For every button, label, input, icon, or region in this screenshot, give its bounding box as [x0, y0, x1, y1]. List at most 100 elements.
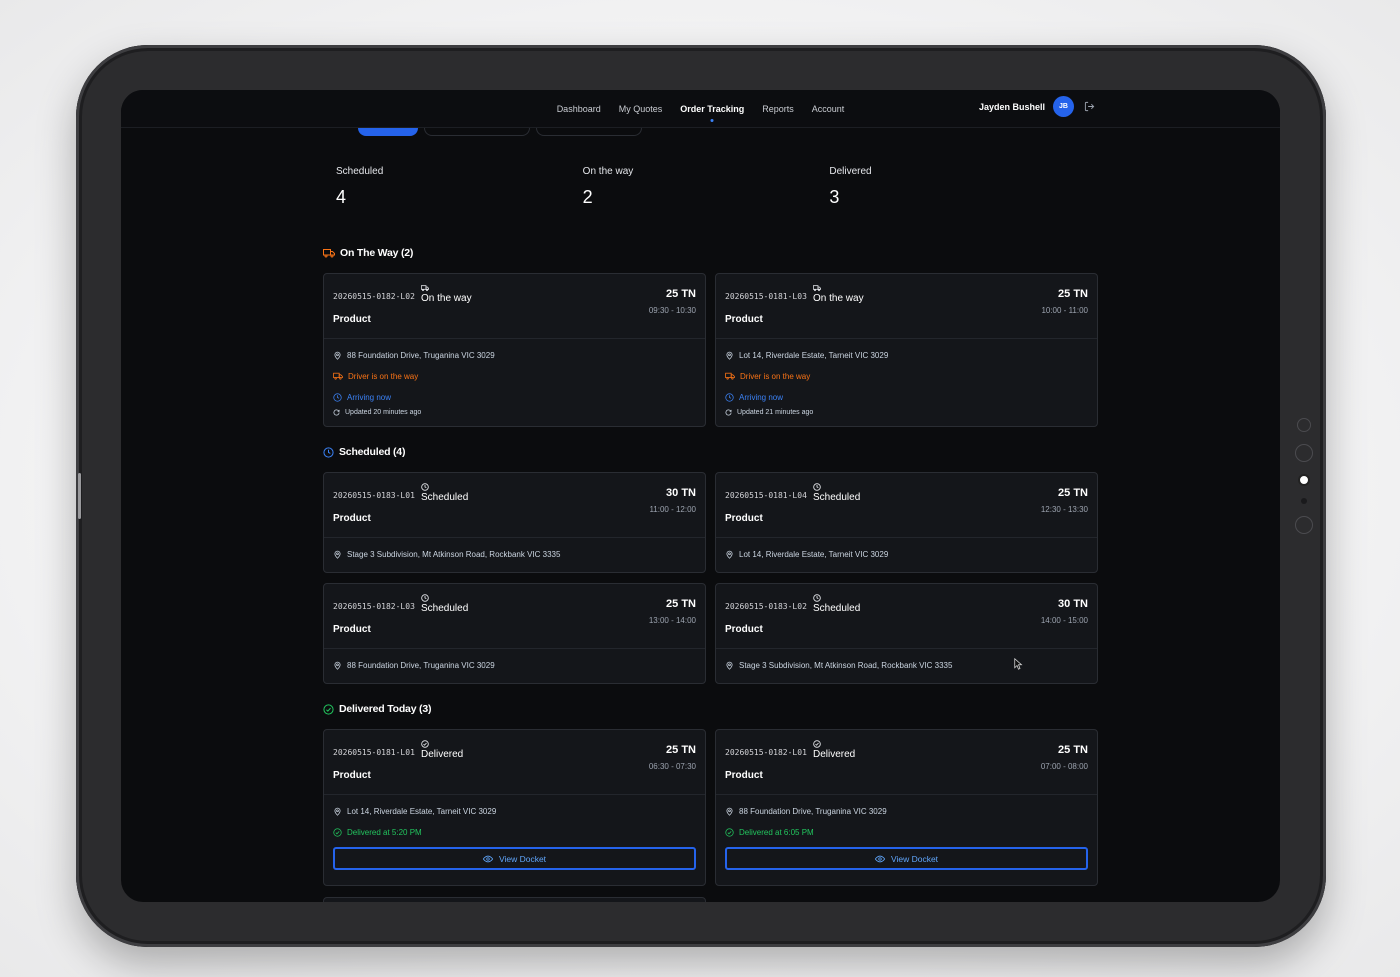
truck-icon [323, 248, 335, 258]
location-pin-icon [334, 807, 341, 816]
card-driver-line: Driver is on the way [333, 370, 696, 382]
card-updated-line: Updated 21 minutes ago [725, 407, 1088, 417]
card-address: 88 Foundation Drive, Truganina VIC 3029 [739, 806, 887, 816]
card-driver-status: Driver is on the way [348, 371, 419, 381]
top-navigation-bar: Dashboard My Quotes Order Tracking Repor… [121, 90, 1280, 128]
nav-dashboard[interactable]: Dashboard [557, 104, 601, 114]
card-address-line: Stage 3 Subdivision, Mt Atkinson Road, R… [333, 548, 696, 560]
mouse-cursor-icon [1014, 658, 1023, 670]
card-quantity: 25 TN [666, 598, 696, 610]
card-product: Product [725, 513, 763, 524]
scroll-dot[interactable] [1295, 516, 1313, 534]
scroll-dot[interactable] [1297, 418, 1311, 432]
card-header: 20260515-0181-L03 On the way Product 25 … [716, 274, 1097, 339]
card-status-label: Scheduled [421, 603, 469, 614]
card-product: Product [333, 770, 371, 781]
clock-icon [813, 483, 821, 491]
card-order-id: 20260515-0181-L04 [725, 491, 807, 500]
nav-account[interactable]: Account [812, 104, 845, 114]
delivery-card[interactable]: 20260515-0182-L03 Scheduled Product 25 T… [323, 583, 706, 684]
card-body: 88 Foundation Drive, Truganina VIC 3029 … [716, 795, 1097, 880]
delivery-card[interactable]: 20260515-0182-L02 On the way Product 25 … [323, 273, 706, 427]
view-docket-button[interactable]: View Docket [333, 847, 696, 870]
nav-my-quotes[interactable]: My Quotes [619, 104, 663, 114]
delivery-card[interactable]: 20260515-0183-L01 Scheduled Product 30 T… [323, 472, 706, 573]
avatar[interactable]: JB [1053, 96, 1074, 117]
page-scroll-indicator[interactable] [1295, 418, 1313, 534]
card-time-window: 10:00 - 11:00 [1041, 306, 1088, 315]
nav-reports[interactable]: Reports [762, 104, 794, 114]
main-nav: Dashboard My Quotes Order Tracking Repor… [121, 90, 1280, 128]
card-eta-line: Arriving now [333, 391, 696, 403]
check-circle-icon [323, 703, 334, 715]
card-product: Product [333, 513, 371, 524]
location-pin-icon [334, 661, 341, 670]
delivery-card[interactable]: 20260515-0183-L02 Scheduled Product 30 T… [715, 583, 1098, 684]
card-product: Product [333, 624, 371, 635]
truck-icon [421, 285, 429, 292]
stat-value: 3 [829, 187, 840, 207]
card-product: Product [725, 770, 763, 781]
card-driver-status: Driver is on the way [740, 371, 811, 381]
check-circle-icon [725, 827, 734, 837]
eye-icon [874, 855, 885, 862]
card-header: 20260515-0183-L01 Scheduled Product 30 T… [324, 473, 705, 538]
card-body: Lot 14, Riverdale Estate, Tarneit VIC 30… [324, 795, 705, 880]
card-time-window: 11:00 - 12:00 [649, 505, 696, 514]
card-order-id: 20260515-0182-L02 [333, 292, 415, 301]
card-quantity: 30 TN [1058, 598, 1088, 610]
card-body: 88 Foundation Drive, Truganina VIC 3029 … [324, 339, 705, 427]
stat-label: Delivered [829, 166, 872, 177]
card-time-window: 06:30 - 07:30 [648, 762, 696, 771]
delivery-card-partial[interactable] [323, 897, 706, 902]
logout-icon[interactable] [1082, 100, 1096, 114]
card-header: 20260515-0181-L01 Delivered Product 25 T… [324, 730, 705, 795]
card-status: Delivered [421, 740, 463, 760]
stat-label: Scheduled [336, 166, 384, 177]
card-order-id: 20260515-0182-L03 [333, 602, 415, 611]
card-quantity: 25 TN [666, 288, 696, 300]
card-status-label: Scheduled [813, 492, 861, 503]
section-title-text: Scheduled (4) [339, 446, 406, 458]
scroll-dot[interactable] [1301, 498, 1307, 504]
card-address: Lot 14, Riverdale Estate, Tarneit VIC 30… [739, 549, 889, 559]
delivery-card[interactable]: 20260515-0181-L04 Scheduled Product 25 T… [715, 472, 1098, 573]
card-header: 20260515-0181-L04 Scheduled Product 25 T… [716, 473, 1097, 538]
location-pin-icon [726, 807, 733, 816]
card-status: Scheduled [813, 594, 860, 614]
refresh-icon [333, 409, 340, 415]
card-status: Scheduled [421, 483, 468, 503]
tablet-side-button [78, 473, 81, 519]
card-address: Stage 3 Subdivision, Mt Atkinson Road, R… [739, 660, 953, 670]
stat-value: 2 [582, 187, 593, 207]
card-quantity: 30 TN [666, 487, 696, 499]
card-updated-line: Updated 20 minutes ago [333, 407, 696, 417]
app-screen: Dashboard My Quotes Order Tracking Repor… [121, 90, 1280, 902]
card-eta-line: Arriving now [725, 391, 1088, 403]
scroll-dot-active[interactable] [1298, 474, 1310, 486]
stat-delivered: Delivered 3 [829, 166, 1076, 208]
card-status-label: On the way [813, 293, 864, 304]
card-body: 88 Foundation Drive, Truganina VIC 3029 [324, 649, 705, 681]
clock-icon [333, 392, 342, 402]
delivery-card[interactable]: 20260515-0181-L03 On the way Product 25 … [715, 273, 1098, 427]
location-pin-icon [726, 661, 733, 670]
card-body: Stage 3 Subdivision, Mt Atkinson Road, R… [324, 538, 705, 570]
card-address: 88 Foundation Drive, Truganina VIC 3029 [347, 350, 495, 360]
card-body: Lot 14, Riverdale Estate, Tarneit VIC 30… [716, 339, 1097, 427]
card-status: Scheduled [813, 483, 860, 503]
clock-icon [421, 594, 429, 602]
section-title-text: On The Way (2) [340, 247, 414, 259]
card-status-label: Delivered [421, 749, 464, 760]
delivery-card[interactable]: 20260515-0181-L01 Delivered Product 25 T… [323, 729, 706, 886]
scroll-dot[interactable] [1295, 444, 1313, 462]
section-title-text: Delivered Today (3) [339, 703, 432, 715]
delivery-card[interactable]: 20260515-0182-L01 Delivered Product 25 T… [715, 729, 1098, 886]
view-docket-button[interactable]: View Docket [725, 847, 1088, 870]
card-product: Product [725, 314, 763, 325]
card-order-id: 20260515-0181-L01 [333, 748, 415, 757]
card-body: Stage 3 Subdivision, Mt Atkinson Road, R… [716, 649, 1097, 681]
nav-order-tracking[interactable]: Order Tracking [680, 104, 744, 114]
stat-label: On the way [582, 166, 634, 177]
summary-stats: Scheduled 4 On the way 2 Delivered 3 [336, 166, 1076, 208]
